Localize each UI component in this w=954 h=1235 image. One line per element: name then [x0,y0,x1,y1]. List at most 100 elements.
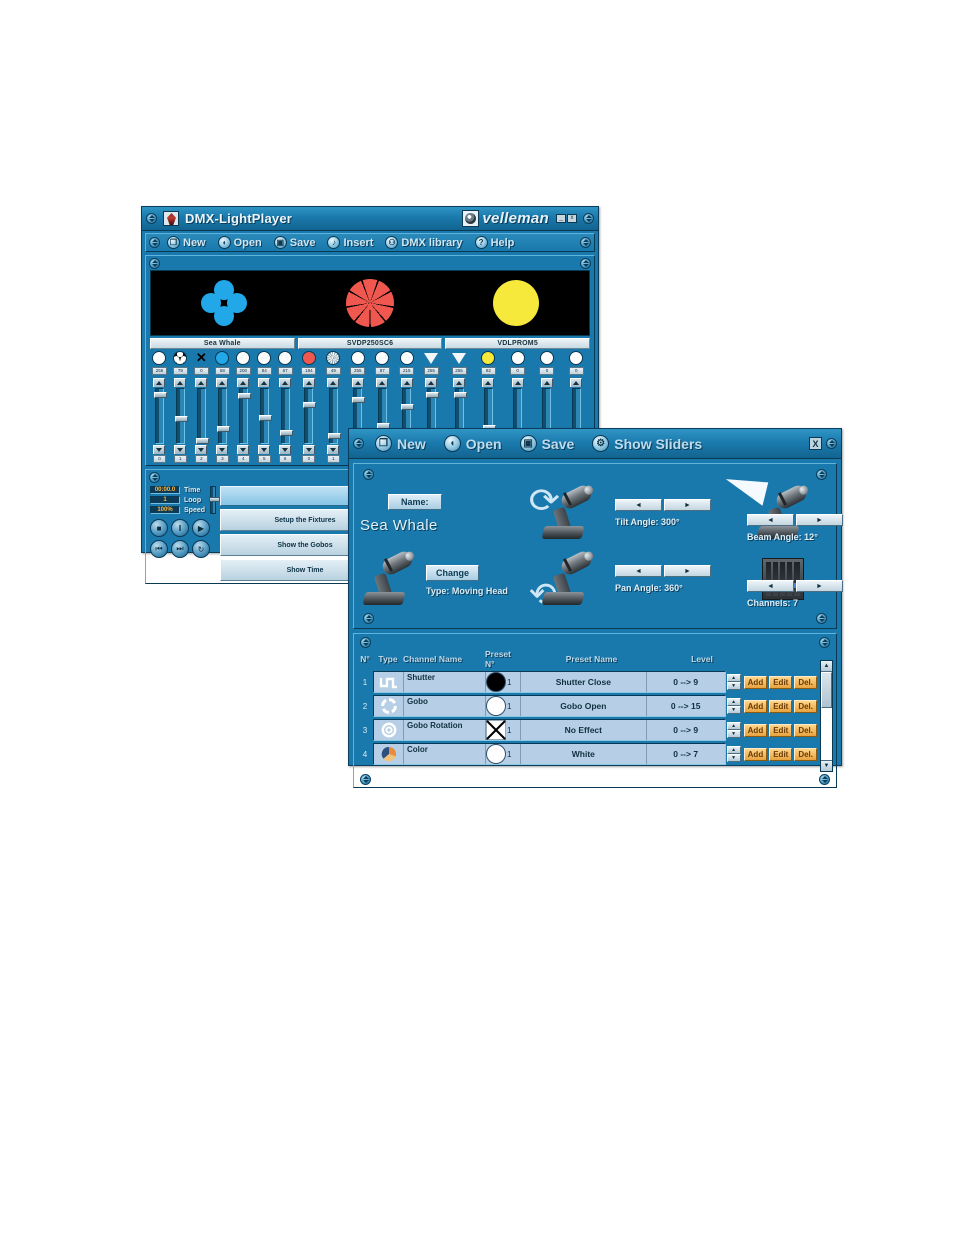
curve-right-icon[interactable] [399,351,414,365]
yellow-circle-icon[interactable] [481,351,496,365]
table-row[interactable]: 2 Gobo 1 Gobo Open 0 --> 15 ▲ ▼ Add Edit… [357,695,817,717]
down-triangle-icon[interactable] [452,351,466,365]
level-spinner[interactable]: ▲ ▼ [726,746,741,762]
change-type-button[interactable]: Change [426,564,480,581]
menu-item-open[interactable]: ◖ Open [437,435,509,452]
edit-button[interactable]: Edit [769,747,793,761]
fader-up-button[interactable] [216,378,229,387]
fader-up-button[interactable] [351,378,364,387]
menu-item-insert[interactable]: ♪ Insert [322,236,378,249]
menu-item-new[interactable]: ❐ New [162,236,211,249]
table-row[interactable]: 1 Shutter 1 Shutter Close 0 --> 9 ▲ ▼ Ad… [357,671,817,693]
menubar-right-knob[interactable] [580,237,591,248]
scroll-thumb[interactable] [821,672,832,708]
channel-switch[interactable]: 84 [255,351,274,375]
loop-button[interactable]: ↻ [192,540,210,558]
curve-right-icon[interactable] [278,351,293,365]
fader-down-button[interactable] [216,445,229,454]
fader-track[interactable] [174,388,188,444]
add-button[interactable]: Add [743,723,768,737]
fader-down-button[interactable] [279,445,292,454]
menu-item-save[interactable]: ▣ Save [513,435,582,452]
fader-up-button[interactable] [327,378,340,387]
level-cell[interactable]: 0 --> 7 [646,744,725,764]
table-row[interactable]: 3 Gobo Rotation 1 No Effect 0 --> 9 ▲ ▼ … [357,719,817,741]
fixture-name-1[interactable]: Sea Whale [150,338,295,349]
curve-left-icon[interactable] [236,351,251,365]
menu-item-new[interactable]: ❐ New [368,435,433,452]
menu-item-open[interactable]: ◖ Open [213,236,267,249]
fader-up-button[interactable] [174,378,187,387]
level-spinner[interactable]: ▲ ▼ [726,698,741,714]
fader-up-button[interactable] [279,378,292,387]
fader-up-button[interactable] [482,378,495,387]
channel-switch[interactable]: 255 [445,351,472,375]
table-row[interactable]: 4 Color 1 White 0 --> 7 ▲ ▼ Add Edit Del… [357,743,817,765]
table-vertical-scrollbar[interactable]: ▲ ▼ [820,660,833,772]
channel-switch[interactable]: 58 [213,351,232,375]
fixtures-panel-right-knob[interactable] [580,258,591,269]
fader-thumb[interactable] [453,392,467,398]
preset-no-cell[interactable]: 1 [486,744,521,764]
minimize-button[interactable]: _ [556,214,566,223]
preset-name-cell[interactable]: Gobo Open [521,696,647,716]
blue-circle-icon[interactable] [215,351,230,365]
fader-thumb[interactable] [352,397,366,403]
channel-switch[interactable]: 92 [475,351,502,375]
channel-switch[interactable]: 0 [504,351,531,375]
fixture-panel-bl-knob[interactable] [363,613,374,624]
dmx-fader[interactable]: 4 [234,378,253,463]
star-gobo-icon[interactable] [326,351,341,365]
white-circle-icon[interactable] [539,351,554,365]
fader-thumb[interactable] [195,438,209,444]
channel-switch[interactable]: 79 [171,351,190,375]
fader-up-button[interactable] [258,378,271,387]
fader-down-button[interactable] [174,445,187,454]
table-panel-br-knob[interactable] [819,774,830,785]
dmx-fader[interactable]: 1 [322,378,344,463]
spinner-up[interactable]: ▲ [726,722,741,730]
fader-up-button[interactable] [511,378,524,387]
fader-down-button[interactable] [153,445,166,454]
fader-thumb[interactable] [216,426,230,432]
channel-switch[interactable]: 49 [322,351,344,375]
edit-button[interactable]: Edit [769,723,793,737]
level-cell[interactable]: 0 --> 9 [646,720,725,740]
preset-no-cell[interactable]: 1 [485,719,521,741]
fader-down-button[interactable] [237,445,250,454]
red-circle-icon[interactable] [301,351,316,365]
dmx-fader[interactable]: 2 [192,378,211,463]
table-panel-bl-knob[interactable] [360,774,371,785]
menu-item-save[interactable]: ▣ Save [269,236,321,249]
add-button[interactable]: Add [743,699,768,713]
fader-up-button[interactable] [153,378,166,387]
channel-switch[interactable]: 200 [234,351,253,375]
dmx-fader[interactable]: 0 [298,378,320,463]
edit-button[interactable]: Edit [769,675,793,689]
fader-up-button[interactable] [453,378,465,387]
spinner-down[interactable]: ▼ [726,706,741,714]
fader-thumb[interactable] [279,430,293,436]
preset-name-cell[interactable]: White [521,744,647,764]
preset-no-cell[interactable]: 1 [486,696,521,716]
fader-down-button[interactable] [258,445,271,454]
fader-up-button[interactable] [237,378,250,387]
fader-track[interactable] [195,388,209,444]
white-circle-icon[interactable] [510,351,525,365]
spinner-down[interactable]: ▼ [726,682,741,690]
edit-button[interactable]: Edit [769,699,793,713]
level-cell[interactable]: 0 --> 15 [646,696,725,716]
white-circle-icon[interactable] [152,351,167,365]
fader-up-button[interactable] [540,378,553,387]
beam-decrease-button[interactable]: ◄ [747,514,794,526]
menu-item-help[interactable]: ? Help [470,236,520,249]
fader-track[interactable] [153,388,167,444]
add-button[interactable]: Add [743,747,768,761]
previous-button[interactable]: ⏮ [150,540,168,558]
fader-track[interactable] [303,388,317,444]
channel-name-cell[interactable]: Shutter [404,672,486,692]
channel-switch[interactable]: 0 [533,351,560,375]
fader-up-button[interactable] [400,378,413,387]
delete-button[interactable]: Del. [794,723,817,737]
delete-button[interactable]: Del. [794,699,817,713]
